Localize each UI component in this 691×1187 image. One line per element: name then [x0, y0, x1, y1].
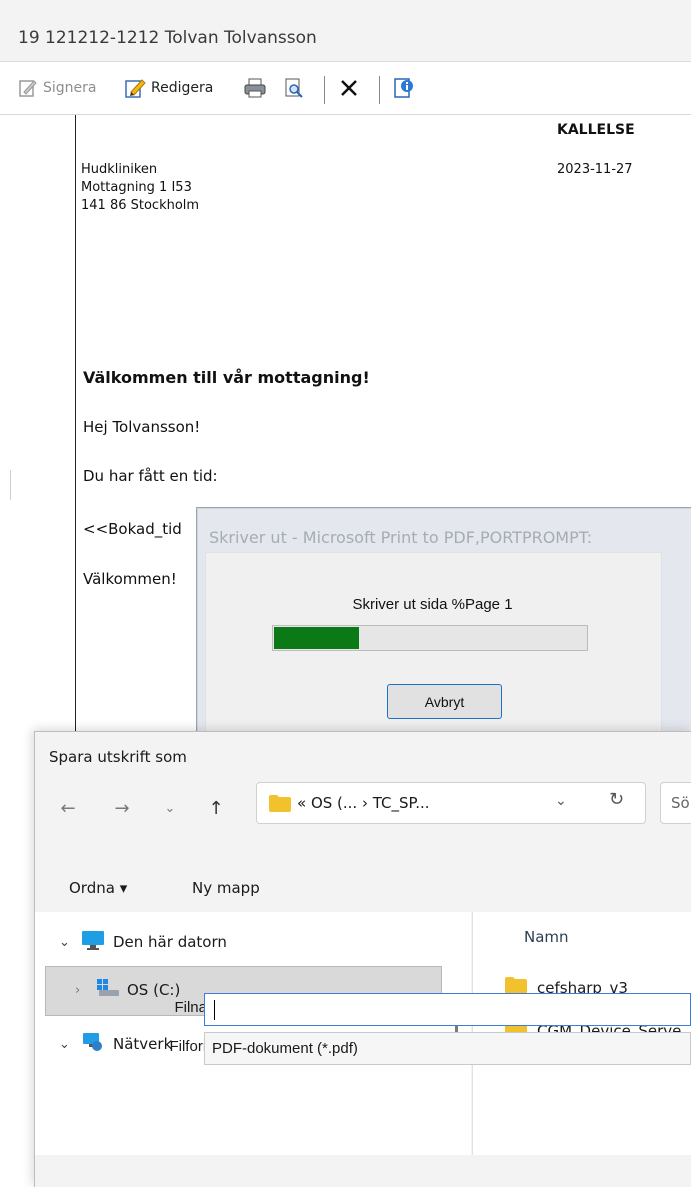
page-margin-line: [75, 115, 76, 735]
chevron-down-icon: ⌄: [164, 800, 176, 816]
window-titlebar: 19 121212-1212 Tolvan Tolvansson: [0, 0, 691, 62]
back-button[interactable]: ←: [53, 790, 83, 826]
save-dialog: Spara utskrift som ← → ⌄ ↑ « OS (... › T…: [34, 731, 691, 1187]
booked-time-placeholder: <<Bokad_tid: [83, 520, 182, 538]
organize-menu[interactable]: Ordna ▾: [69, 879, 127, 897]
address-dropdown-icon[interactable]: ⌄: [555, 793, 567, 809]
print-progress-bar: [272, 625, 588, 651]
edit-button[interactable]: Redigera: [124, 76, 213, 100]
computer-icon: [81, 930, 105, 954]
new-folder-button[interactable]: Ny mapp: [192, 879, 260, 897]
print-preview-icon: [283, 77, 305, 99]
print-dialog-title: Skriver ut - Microsoft Print to PDF,PORT…: [209, 528, 593, 547]
toolbar-separator: [324, 76, 325, 104]
drive-icon: [97, 979, 119, 1001]
print-preview-button[interactable]: [283, 76, 305, 100]
chevron-down-icon[interactable]: ⌄: [59, 1037, 81, 1052]
filename-input[interactable]: [204, 993, 691, 1026]
appointment-text: Du har fått en tid:: [83, 467, 218, 485]
window-title: 19 121212-1212 Tolvan Tolvansson: [18, 28, 317, 48]
up-arrow-icon: ↑: [208, 797, 224, 819]
search-placeholder: Sö: [671, 794, 690, 812]
sign-label: Signera: [43, 80, 97, 96]
chevron-right-icon[interactable]: ›: [75, 983, 97, 998]
address-line: 141 86 Stockholm: [81, 198, 200, 213]
document-date: 2023-11-27: [557, 162, 633, 177]
edit-icon: [124, 77, 146, 99]
sign-icon: [18, 78, 38, 98]
address-bar[interactable]: « OS (... › TC_SP... ⌄ ↻: [256, 782, 646, 824]
tree-item-this-pc[interactable]: ⌄ Den här datorn: [59, 930, 227, 954]
print-status-text: Skriver ut sida %Page 1: [352, 596, 513, 613]
network-icon: [81, 1032, 105, 1056]
forward-button[interactable]: →: [107, 790, 137, 826]
tree-item-label: Den här datorn: [113, 933, 227, 951]
page-edge: [10, 470, 11, 500]
address-line: Mottagning 1 I53: [81, 180, 192, 195]
close-icon: [338, 77, 360, 99]
welcome-heading: Välkommen till vår mottagning!: [83, 368, 370, 387]
save-dialog-title: Spara utskrift som: [49, 748, 187, 766]
back-arrow-icon: ←: [60, 797, 76, 819]
search-input[interactable]: Sö: [660, 782, 691, 824]
tree-item-os-c[interactable]: › OS (C:): [75, 979, 180, 1001]
folder-icon: [269, 795, 291, 816]
close-button[interactable]: [338, 76, 360, 100]
info-document-icon: [392, 76, 416, 100]
printer-icon: [243, 77, 267, 99]
print-progress-dialog: Skriver ut - Microsoft Print to PDF,PORT…: [196, 507, 691, 735]
text-caret: [214, 1000, 215, 1020]
print-progress-fill: [274, 627, 359, 649]
cancel-print-button[interactable]: Avbryt: [387, 684, 502, 719]
toolbar-separator: [379, 76, 380, 104]
greeting-text: Hej Tolvansson!: [83, 418, 201, 436]
closing-text: Välkommen!: [83, 570, 177, 588]
address-path: « OS (... › TC_SP...: [297, 794, 430, 812]
file-format-select[interactable]: PDF-dokument (*.pdf): [204, 1032, 691, 1065]
tree-item-label: OS (C:): [127, 981, 181, 999]
document-type: KALLELSE: [557, 122, 635, 138]
address-line: Hudkliniken: [81, 162, 158, 177]
edit-label: Redigera: [151, 80, 214, 96]
recent-locations-button[interactable]: ⌄: [157, 790, 183, 826]
print-button[interactable]: [243, 76, 267, 100]
forward-arrow-icon: →: [114, 797, 130, 819]
info-button[interactable]: [392, 76, 416, 100]
column-header-name[interactable]: Namn: [524, 928, 569, 946]
refresh-icon[interactable]: ↻: [609, 789, 624, 810]
file-format-value: PDF-dokument (*.pdf): [212, 1040, 358, 1057]
chevron-down-icon[interactable]: ⌄: [59, 935, 81, 950]
sign-button[interactable]: Signera: [18, 76, 96, 100]
toolbar: Signera Redigera: [0, 62, 691, 115]
up-button[interactable]: ↑: [201, 790, 231, 826]
